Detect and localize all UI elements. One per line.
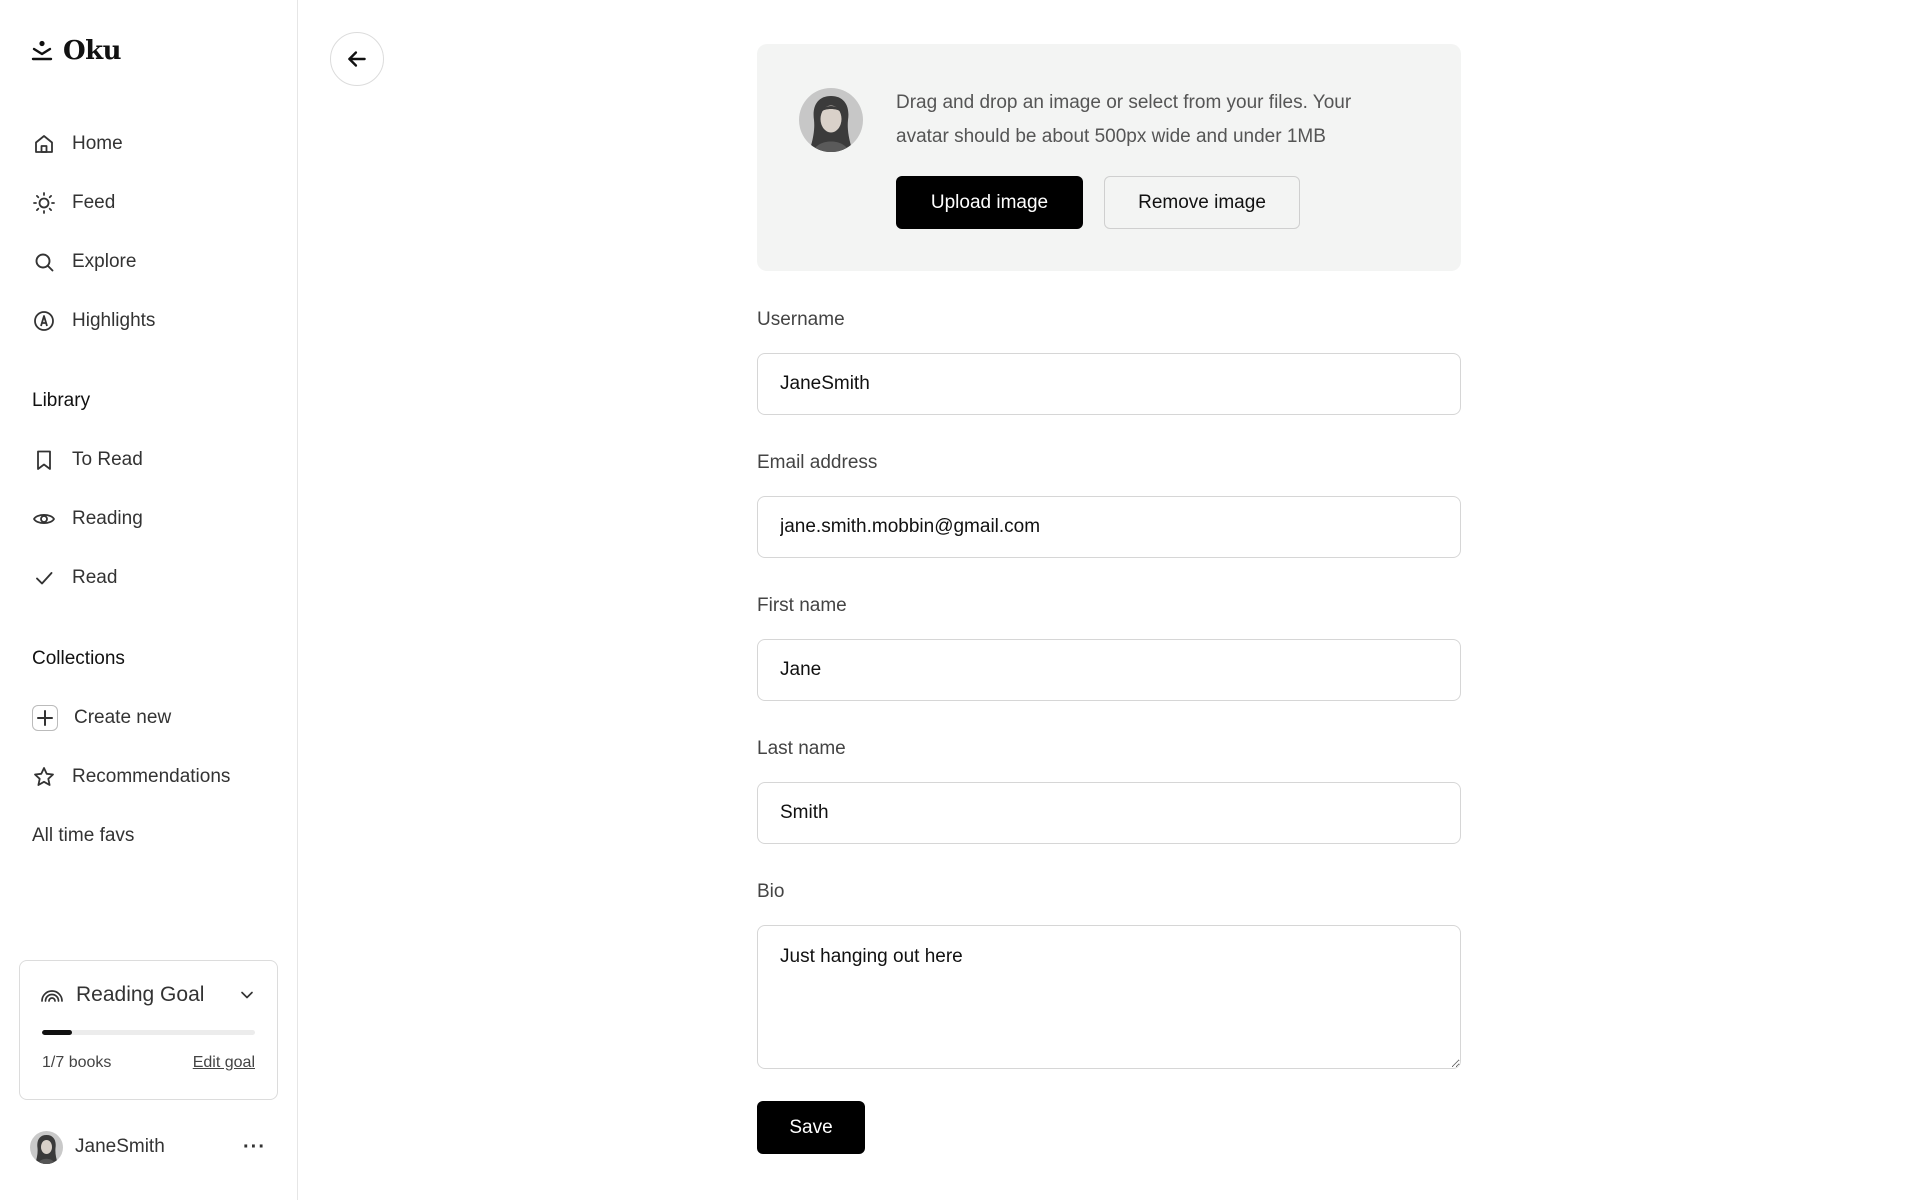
reading-goal-progress-fill [42,1030,73,1035]
bookmark-icon [37,450,51,470]
eye-icon [32,513,56,525]
email-label: Email address [757,452,878,473]
nav-item-explore[interactable]: Explore [32,242,136,282]
sidebar-item-read[interactable]: Read [32,558,117,598]
star-icon [34,767,54,786]
avatar-upload-panel[interactable]: Drag and drop an image or select from yo… [757,44,1461,271]
save-button[interactable]: Save [757,1101,865,1154]
sidebar-item-to-read[interactable]: To Read [32,440,143,480]
oku-logo-icon [31,40,53,61]
sidebar-item-label: Create new [74,707,172,728]
sidebar-item-label: All time favs [32,825,135,846]
email-field[interactable] [757,496,1461,558]
check-icon [36,572,53,585]
create-collection-button[interactable]: Create new [32,698,171,738]
rainbow-icon [41,990,63,1002]
first-name-label: First name [757,595,847,616]
username-field[interactable] [757,353,1461,415]
sidebar-item-label: Recommendations [72,766,231,787]
first-name-field[interactable] [757,639,1461,701]
nav-item-home[interactable]: Home [32,124,123,164]
profile-avatar [799,88,863,152]
section-title-library: Library [32,390,91,411]
upload-image-button[interactable]: Upload image [896,176,1083,229]
remove-image-button[interactable]: Remove image [1104,176,1300,229]
app-name: Oku [63,36,122,66]
nav-item-label: Home [72,133,123,154]
sidebar-item-all-time-favs[interactable]: All time favs [32,816,134,856]
section-title-collections: Collections [32,648,125,669]
username-label: Username [757,309,845,330]
sidebar-item-label: Reading [72,508,143,529]
back-button[interactable] [330,32,384,86]
bio-field[interactable]: Just hanging out here [757,925,1461,1069]
sidebar-item-label: To Read [72,449,143,470]
arrow-left-icon [348,51,366,67]
edit-goal-link[interactable]: Edit goal [193,1054,255,1072]
sidebar-item-reading[interactable]: Reading [32,499,143,539]
nav-item-label: Highlights [72,310,156,331]
highlight-icon [34,311,54,331]
avatar-upload-hint: Drag and drop an image or select from yo… [896,92,1352,147]
sidebar-item-label: Read [72,567,118,588]
bio-label: Bio [757,881,785,902]
last-name-label: Last name [757,738,846,759]
chevron-down-icon [241,991,253,999]
reading-goal-title: Reading Goal [76,983,205,1006]
user-name: JaneSmith [75,1136,165,1157]
avatar [30,1130,63,1164]
nav-item-label: Explore [72,251,137,272]
nav-item-highlights[interactable]: Highlights [32,301,155,341]
home-icon [35,135,53,153]
reading-goal-count: 1/7 books [42,1054,112,1071]
app-logo[interactable]: Oku [31,36,122,66]
more-options-icon[interactable]: ··· [243,1136,266,1159]
sun-icon [33,192,55,214]
last-name-field[interactable] [757,782,1461,844]
search-icon [35,253,54,272]
reading-goal-progress-bar [42,1030,255,1035]
user-menu[interactable]: JaneSmith ··· [30,1130,266,1164]
nav-item-feed[interactable]: Feed [32,183,115,223]
plus-icon [32,705,58,731]
sidebar: Oku Home Feed Explore Highlights Library… [0,0,298,1200]
reading-goal-card: Reading Goal 1/7 books Edit goal [19,960,278,1100]
sidebar-item-recommendations[interactable]: Recommendations [32,757,230,797]
reading-goal-toggle[interactable]: Reading Goal [40,979,257,1011]
nav-item-label: Feed [72,192,116,213]
